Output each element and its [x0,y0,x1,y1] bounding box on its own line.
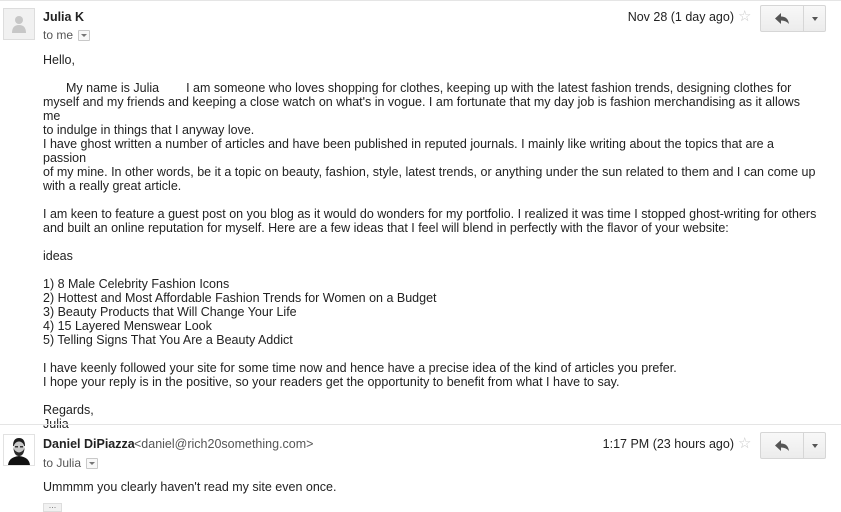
intro-line1-rest: I am someone who loves shopping for clot… [186,81,792,95]
reply-button[interactable] [760,5,804,32]
star-icon[interactable]: ☆ [738,9,751,24]
para3-line1: I am keen to feature a guest post on you… [43,207,817,221]
sender-email: <daniel@rich20something.com> [134,437,314,451]
show-trimmed-content-button[interactable]: ... [43,501,62,512]
idea-item: 3) Beauty Products that Will Change Your… [43,305,297,319]
intro-line3: to indulge in things that I anyway love. [43,123,255,137]
recipient-label: to Julia [43,456,82,470]
para3-line2: and built an online reputation for mysel… [43,221,729,235]
reply-body: Ummmm you clearly haven't read my site e… [43,480,337,494]
more-options-button[interactable] [804,432,826,459]
sender-avatar-placeholder [3,8,35,40]
closing-line2: I hope your reply is in the positive, so… [43,375,620,389]
profile-photo-icon [4,435,34,465]
signoff: Regards, [43,403,94,417]
chevron-down-icon [811,16,818,21]
intro-name-text: My name is Julia [66,81,160,95]
message-divider [0,424,841,425]
message-body: Hello, My name is Julia I am someone who … [43,53,818,431]
recipient-line[interactable]: to Julia [43,456,99,470]
idea-item: 5) Telling Signs That You Are a Beauty A… [43,333,293,347]
intro-line2: myself and my friends and keeping a clos… [43,95,800,123]
star-icon[interactable]: ☆ [738,436,751,451]
chevron-down-icon [811,443,818,448]
message-date[interactable]: Nov 28 (1 day ago) [560,10,734,24]
idea-item: 2) Hottest and Most Affordable Fashion T… [43,291,437,305]
person-silhouette-icon [12,16,26,33]
reply-button[interactable] [760,432,804,459]
sender-name[interactable]: Daniel DiPiazza [43,437,135,451]
more-options-button[interactable] [804,5,826,32]
para2-line2: of my mine. In other words, be it a topi… [43,165,816,179]
recipient-label: to me [43,28,74,42]
recipient-line[interactable]: to me [43,28,91,42]
idea-item: 4) 15 Layered Menswear Look [43,319,212,333]
message-actions [760,5,826,32]
idea-item: 1) 8 Male Celebrity Fashion Icons [43,277,230,291]
sender-name[interactable]: Julia K [43,10,84,24]
para2-line1: I have ghost written a number of article… [43,137,774,165]
sender-avatar[interactable] [3,434,35,466]
closing-line1: I have keenly followed your site for som… [43,361,677,375]
top-divider [0,0,841,1]
details-dropdown-icon[interactable] [78,29,91,41]
reply-arrow-icon [775,12,789,24]
intro-paragraph: My name is Julia I am someone who loves s… [43,81,818,95]
message-date[interactable]: 1:17 PM (23 hours ago) [560,437,734,451]
details-dropdown-icon[interactable] [86,457,99,469]
greeting: Hello, [43,53,75,67]
reply-arrow-icon [775,439,789,451]
message-actions [760,432,826,459]
para2-line3: with a really great article. [43,179,182,193]
ideas-heading: ideas [43,249,73,263]
